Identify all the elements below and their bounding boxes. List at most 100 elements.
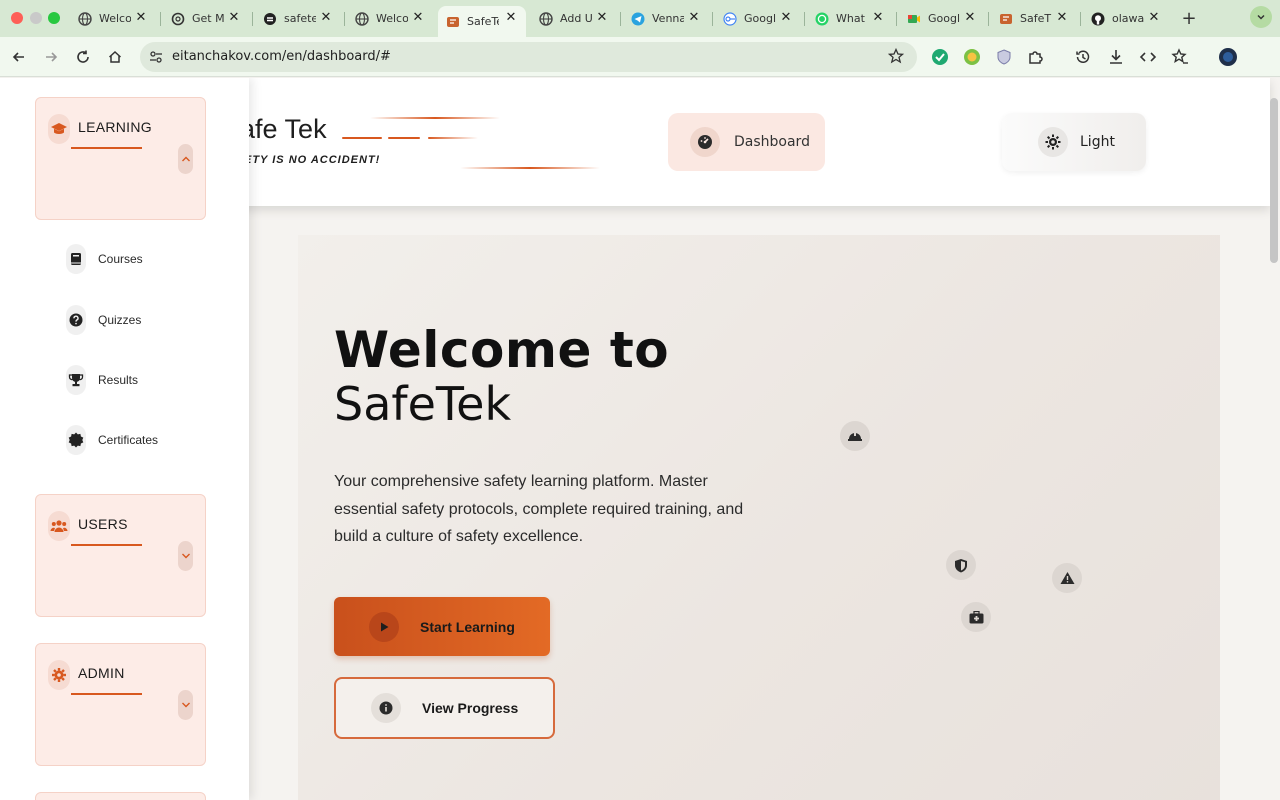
browser-tab[interactable]: Welco ✕ xyxy=(347,6,433,31)
view-progress-button[interactable]: View Progress xyxy=(334,677,555,739)
nav-dashboard-button[interactable]: Dashboard xyxy=(668,113,825,171)
tab-close-icon[interactable]: ✕ xyxy=(595,11,609,25)
browser-tab[interactable]: Welco ✕ xyxy=(70,6,156,31)
chevron-up-icon[interactable] xyxy=(178,144,193,174)
tab-title: Add U xyxy=(560,12,592,25)
sidebar: LEARNING Courses Quizzes Results Certifi… xyxy=(0,78,249,800)
window-close-button[interactable] xyxy=(11,12,23,24)
browser-tab[interactable]: Venna ✕ xyxy=(623,6,709,31)
browser-tab[interactable]: What ✕ xyxy=(807,6,893,31)
tab-close-icon[interactable]: ✕ xyxy=(687,11,701,25)
browser-tab[interactable]: olawa ✕ xyxy=(1083,6,1169,31)
extension-yellow-icon[interactable] xyxy=(960,45,984,69)
logo-streak xyxy=(370,117,500,119)
sidebar-item-label: Courses xyxy=(98,252,143,266)
sun-gear-icon xyxy=(1038,127,1068,157)
extension-green-icon[interactable] xyxy=(928,45,952,69)
address-bar[interactable]: eitanchakov.com/en/dashboard/# xyxy=(140,42,917,72)
play-icon xyxy=(369,611,399,642)
globe-icon xyxy=(78,11,92,26)
tab-search-button[interactable] xyxy=(1250,6,1272,28)
home-icon xyxy=(108,50,122,63)
arrow-left-icon xyxy=(12,52,24,62)
tab-close-icon[interactable]: ✕ xyxy=(779,11,793,25)
reload-button[interactable] xyxy=(71,45,95,69)
browser-tab[interactable]: SafeT ✕ xyxy=(991,6,1077,31)
globe-icon xyxy=(539,11,553,26)
google-icon xyxy=(723,11,737,26)
tab-title: Welco xyxy=(99,12,131,25)
logo-streak xyxy=(342,137,382,139)
tab-close-icon[interactable]: ✕ xyxy=(1147,11,1161,25)
forward-button[interactable] xyxy=(39,45,63,69)
browser-tab[interactable]: safete ✕ xyxy=(255,6,341,31)
sidebar-section-learning[interactable]: LEARNING xyxy=(35,97,206,220)
browser-tab-active[interactable]: SafeTe ✕ xyxy=(438,6,526,37)
start-learning-button[interactable]: Start Learning xyxy=(334,597,550,656)
hero-description: Your comprehensive safety learning platf… xyxy=(334,473,744,545)
new-tab-button[interactable]: + xyxy=(1177,6,1201,30)
page-viewport: afe Tek ETY IS NO ACCIDENT! Dashboard Li… xyxy=(0,78,1280,800)
sidebar-section-next[interactable] xyxy=(35,792,206,800)
tab-close-icon[interactable]: ✕ xyxy=(504,11,518,25)
theme-toggle-button[interactable]: Light xyxy=(1002,113,1146,171)
shield-icon xyxy=(946,550,976,580)
profile-avatar[interactable] xyxy=(1216,45,1240,69)
tab-close-icon[interactable]: ✕ xyxy=(134,11,148,25)
tab-title: SafeTe xyxy=(467,15,499,28)
back-button[interactable] xyxy=(7,45,31,69)
sidebar-section-admin[interactable]: ADMIN xyxy=(35,643,206,766)
site-info-icon[interactable] xyxy=(148,49,164,69)
theme-toggle-label: Light xyxy=(1080,134,1115,150)
safetek-logo-icon xyxy=(999,12,1013,26)
tab-close-icon[interactable]: ✕ xyxy=(1055,11,1069,25)
gear-icon xyxy=(48,660,70,690)
page-scrollbar-thumb[interactable] xyxy=(1270,98,1278,263)
sidebar-section-users[interactable]: USERS xyxy=(35,494,206,617)
download-icon[interactable] xyxy=(1104,45,1128,69)
window-zoom-button[interactable] xyxy=(48,12,60,24)
window-minimize-button[interactable] xyxy=(30,12,42,24)
chevron-down-icon[interactable] xyxy=(178,541,193,571)
sidebar-item-quizzes[interactable]: Quizzes xyxy=(66,305,141,335)
sidebar-item-courses[interactable]: Courses xyxy=(66,244,143,274)
globe-icon xyxy=(355,11,369,26)
browser-tab[interactable]: Get M ✕ xyxy=(163,6,249,31)
openai-icon xyxy=(171,12,185,26)
safetek-logo-icon xyxy=(446,15,460,29)
question-circle-icon xyxy=(66,305,86,335)
logo-name[interactable]: afe Tek xyxy=(240,114,327,145)
tab-close-icon[interactable]: ✕ xyxy=(227,11,241,25)
hero-section: Welcome to SafeTek Your comprehensive sa… xyxy=(298,235,1220,800)
extension-shield-icon[interactable] xyxy=(992,45,1016,69)
arrow-right-icon xyxy=(46,52,58,62)
tab-close-icon[interactable]: ✕ xyxy=(963,11,977,25)
telegram-icon xyxy=(631,12,645,26)
logo-streak xyxy=(460,167,600,169)
tab-title: Googl xyxy=(928,12,960,25)
graduation-cap-icon xyxy=(48,114,70,144)
tab-close-icon[interactable]: ✕ xyxy=(411,11,425,25)
bookmark-star-icon[interactable] xyxy=(887,47,905,68)
extensions-puzzle-icon[interactable] xyxy=(1024,45,1048,69)
tab-close-icon[interactable]: ✕ xyxy=(319,11,333,25)
book-icon xyxy=(66,244,86,274)
browser-tab[interactable]: Add U ✕ xyxy=(531,6,617,31)
chevron-down-icon[interactable] xyxy=(178,690,193,720)
tab-close-icon[interactable]: ✕ xyxy=(871,11,885,25)
speedometer-icon xyxy=(690,127,720,157)
hero-title-line1: Welcome to xyxy=(334,321,670,379)
tab-title: Welco xyxy=(376,12,408,25)
bookmarks-list-icon[interactable] xyxy=(1168,45,1192,69)
logo-streak xyxy=(428,137,478,139)
home-button[interactable] xyxy=(103,45,127,69)
history-icon[interactable] xyxy=(1071,45,1095,69)
dev-tools-code-icon[interactable] xyxy=(1136,45,1160,69)
browser-tab[interactable]: Googl ✕ xyxy=(715,6,801,31)
url-text[interactable]: eitanchakov.com/en/dashboard/# xyxy=(172,49,391,64)
sidebar-item-results[interactable]: Results xyxy=(66,365,138,395)
sidebar-section-title: ADMIN xyxy=(78,665,125,681)
browser-toolbar: eitanchakov.com/en/dashboard/# xyxy=(0,37,1280,77)
browser-tab[interactable]: Googl ✕ xyxy=(899,6,985,31)
sidebar-item-certificates[interactable]: Certificates xyxy=(66,425,158,455)
